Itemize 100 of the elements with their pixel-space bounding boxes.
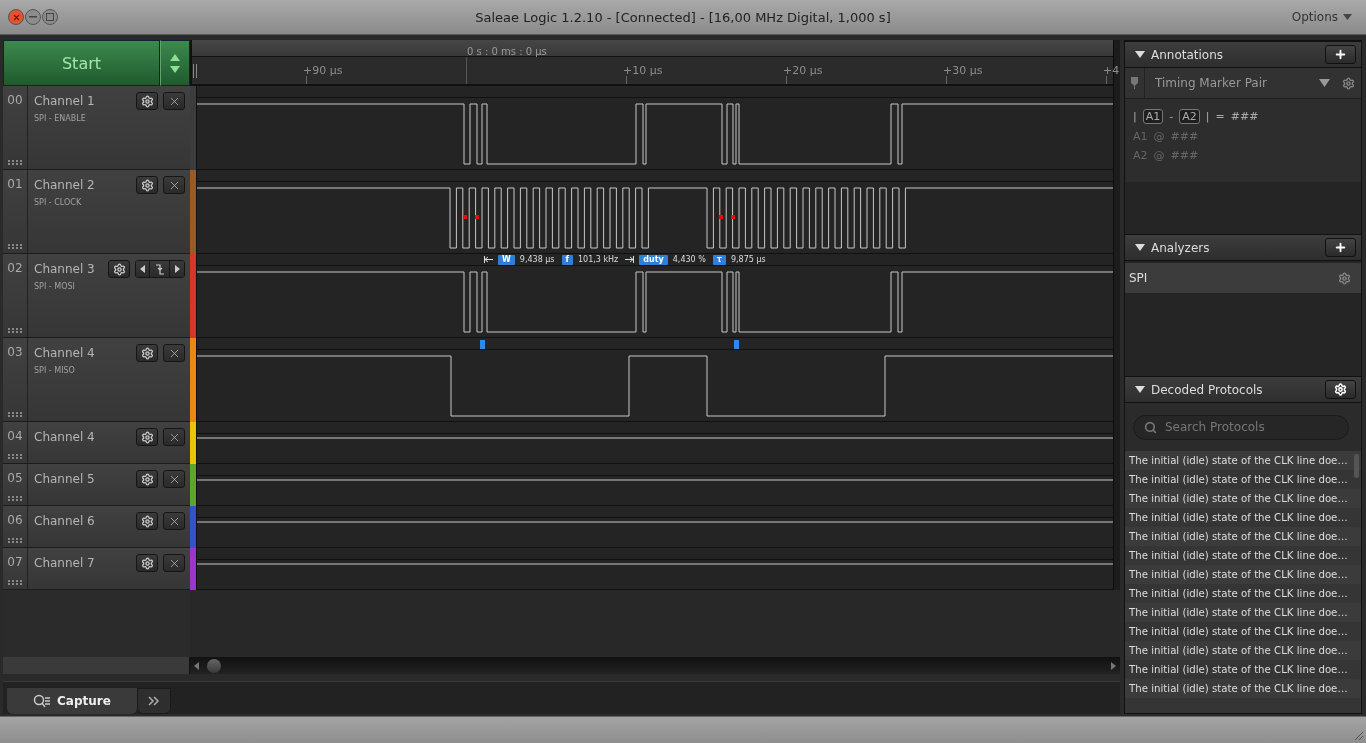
close-button[interactable] xyxy=(163,92,185,110)
section-title: Annotations xyxy=(1151,47,1225,62)
marker-time: ### xyxy=(1170,130,1199,143)
search-box[interactable]: Search Protocols xyxy=(1133,414,1349,440)
decoded-row[interactable]: The initial (idle) state of the CLK line doe… xyxy=(1125,603,1361,622)
drag-handle-icon[interactable] xyxy=(7,538,23,543)
down-arrow-icon xyxy=(170,65,180,73)
drag-handle-icon[interactable] xyxy=(7,160,23,165)
capture-tab[interactable]: Capture xyxy=(7,688,137,714)
double-chevron-icon xyxy=(147,696,160,706)
gear-icon xyxy=(1334,383,1347,396)
maximize-icon xyxy=(46,13,54,21)
gear-icon xyxy=(140,514,154,528)
up-arrow-icon xyxy=(170,53,180,61)
close-button[interactable] xyxy=(163,428,185,446)
decoded-row[interactable]: The initial (idle) state of the CLK line doe… xyxy=(1125,641,1361,660)
resize-grip-icon[interactable] xyxy=(1353,730,1363,740)
measurement-value: 9,438 µs xyxy=(519,255,555,264)
time-tick-label: +30 µs xyxy=(943,64,983,77)
search-field[interactable]: Search Protocols xyxy=(1163,419,1338,435)
channel-label: SPI - ENABLE xyxy=(34,114,87,123)
decoded-row[interactable]: The initial (idle) state of the CLK line doe… xyxy=(1125,565,1361,584)
settings-button[interactable] xyxy=(136,470,158,488)
measurement-value: 9,875 µs xyxy=(730,255,766,264)
settings-button[interactable] xyxy=(136,554,158,572)
left-triangle-icon xyxy=(140,265,145,273)
channel-number: 00 xyxy=(7,93,23,107)
start-options-button[interactable] xyxy=(160,40,190,86)
decoded-row[interactable]: The initial (idle) state of the CLK line doe… xyxy=(1125,527,1361,546)
time-tick-label: +4 xyxy=(1103,64,1120,77)
close-button[interactable] xyxy=(163,470,185,488)
channel-name: Channel 4 xyxy=(34,346,96,360)
scroll-thumb[interactable] xyxy=(207,658,221,673)
options-menu[interactable]: Options xyxy=(1058,10,1358,24)
settings-button[interactable] xyxy=(108,260,130,278)
channel-name: Channel 1 xyxy=(34,94,96,108)
channel-number: 07 xyxy=(7,555,23,569)
channel-number: 04 xyxy=(7,429,23,443)
decoded-row[interactable]: The initial (idle) state of the CLK line doe… xyxy=(1125,679,1361,698)
previous-button[interactable] xyxy=(136,261,150,277)
channel-label: SPI - MOSI xyxy=(34,282,76,291)
scroll-left-icon[interactable] xyxy=(194,661,199,670)
decoded-row[interactable]: The initial (idle) state of the CLK line doe… xyxy=(1125,451,1361,470)
channel-label: SPI - MISO xyxy=(34,366,76,375)
settings-button[interactable] xyxy=(136,428,158,446)
falling-edge-button[interactable] xyxy=(150,261,170,277)
channel-name: Channel 7 xyxy=(34,556,96,570)
drag-handle-icon[interactable] xyxy=(7,580,23,585)
minimize-icon xyxy=(29,16,37,18)
close-button[interactable] xyxy=(163,512,185,530)
decoded-row[interactable]: The initial (idle) state of the CLK line doe… xyxy=(1125,489,1361,508)
settings-button[interactable] xyxy=(136,92,158,110)
marker-time: ### xyxy=(1170,149,1199,162)
gear-icon xyxy=(1342,76,1355,90)
close-button[interactable] xyxy=(163,176,185,194)
settings-button[interactable] xyxy=(136,512,158,530)
drag-handle-icon[interactable] xyxy=(7,328,23,333)
caret-icon xyxy=(1319,79,1330,87)
scrollbar[interactable] xyxy=(190,657,1120,674)
scroll-right-icon[interactable] xyxy=(1111,661,1116,670)
maximize-button[interactable] xyxy=(42,9,58,25)
measurement-badge: W xyxy=(498,254,515,265)
add-button[interactable] xyxy=(1325,45,1356,64)
marker-label: A2 xyxy=(1179,109,1200,124)
scroll-thumb[interactable] xyxy=(1354,454,1359,478)
frame-marker xyxy=(480,340,485,349)
ruler-handle-icon xyxy=(193,64,197,78)
start-button[interactable]: Start xyxy=(3,40,160,86)
settings-button[interactable] xyxy=(136,344,158,362)
time-tick-label: +10 µs xyxy=(623,64,663,77)
settings-button[interactable] xyxy=(1325,380,1356,399)
minimize-button[interactable] xyxy=(25,9,41,25)
close-button[interactable] xyxy=(8,9,24,25)
formula-symbol: - xyxy=(1169,110,1174,123)
add-button[interactable] xyxy=(1325,238,1356,257)
more-tabs-button[interactable] xyxy=(136,688,171,714)
collapse-icon xyxy=(1135,51,1145,58)
drag-handle-icon[interactable] xyxy=(7,496,23,501)
analyzer-name: SPI xyxy=(1129,271,1148,285)
marker-at: @ xyxy=(1153,149,1165,162)
channel-number: 01 xyxy=(7,177,23,191)
time-tick-label: +90 µs xyxy=(303,64,343,77)
marker-pin-icon xyxy=(1131,77,1138,89)
settings-button[interactable] xyxy=(136,176,158,194)
formula-symbol: | xyxy=(1205,110,1210,123)
next-button[interactable] xyxy=(170,261,184,277)
channel-label: SPI - CLOCK xyxy=(34,198,83,207)
start-arrow-icon xyxy=(484,256,493,263)
falling-edge-icon xyxy=(155,263,164,275)
close-button[interactable] xyxy=(163,344,185,362)
drag-handle-icon[interactable] xyxy=(7,244,23,249)
search-list-icon xyxy=(33,694,51,708)
close-icon xyxy=(11,12,21,22)
close-button[interactable] xyxy=(163,554,185,572)
drag-handle-icon[interactable] xyxy=(7,454,23,459)
drag-handle-icon[interactable] xyxy=(7,412,23,417)
formula-value: ### xyxy=(1230,110,1259,123)
channel-name: Channel 5 xyxy=(34,472,96,486)
analyzer-item[interactable]: SPI xyxy=(1125,263,1361,293)
marker-type-dropdown[interactable]: Timing Marker Pair xyxy=(1144,67,1336,99)
